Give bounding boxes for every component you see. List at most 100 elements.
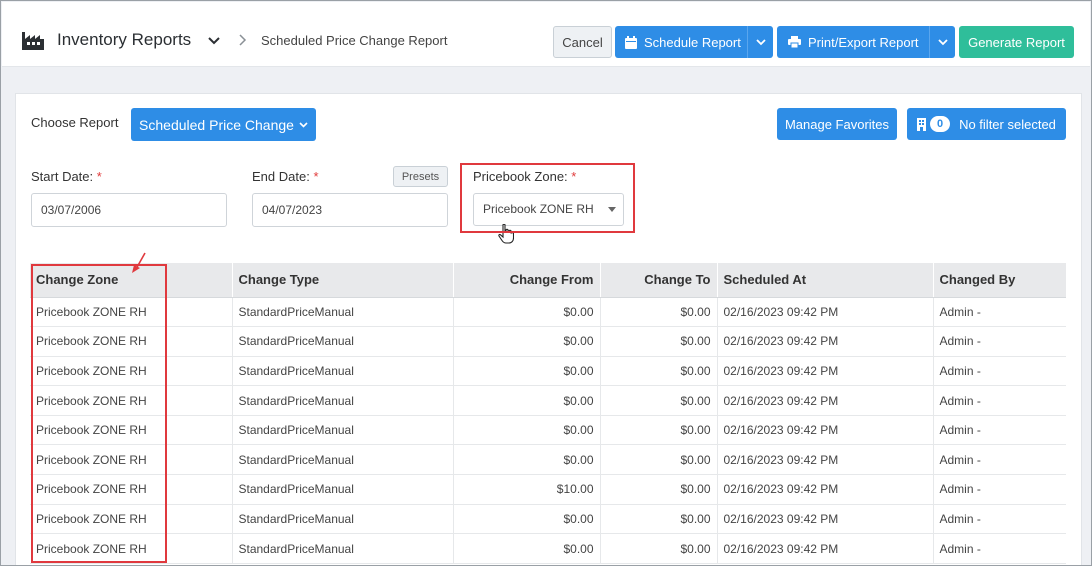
end-date-label-text: End Date:	[252, 169, 310, 184]
table-cell: Pricebook ZONE RH	[30, 297, 233, 328]
table-cell: $0.00	[453, 444, 601, 476]
breadcrumb: Scheduled Price Change Report	[261, 33, 448, 48]
chevron-down-icon	[937, 39, 948, 46]
table-cell: Pricebook ZONE RH	[30, 444, 233, 476]
calendar-icon	[625, 35, 637, 49]
table-row[interactable]: Pricebook ZONE RH StandardPriceManual $0.0…	[30, 326, 1066, 357]
table-cell: 02/16/2023 09:42 PM	[717, 385, 934, 416]
print-export-label: Print/Export Report	[808, 34, 919, 50]
table-row[interactable]: Pricebook ZONE RH StandardPriceManual $0.0…	[30, 444, 1066, 476]
table-row[interactable]: Pricebook ZONE RH StandardPriceManual $0.0…	[30, 356, 1066, 387]
table-cell: StandardPriceManual	[232, 474, 454, 505]
table-cell: 02/16/2023 09:42 PM	[717, 474, 934, 505]
filter-label: No filter selected	[959, 116, 1056, 132]
column-header-change-type[interactable]: Change Type	[232, 263, 454, 298]
table-cell: $0.00	[453, 415, 601, 446]
table-cell: $0.00	[600, 444, 718, 476]
table-row[interactable]: Pricebook ZONE RH StandardPriceManual $10.…	[30, 474, 1066, 505]
app-window: Inventory Reports Scheduled Price Change…	[0, 0, 1092, 566]
table-cell: $0.00	[453, 297, 601, 328]
table-cell: StandardPriceManual	[232, 326, 454, 357]
table-cell: StandardPriceManual	[232, 356, 454, 387]
column-header-change-to[interactable]: Change To	[600, 263, 718, 298]
table-cell: Pricebook ZONE RH	[30, 326, 233, 357]
column-header-change-from[interactable]: Change From	[453, 263, 601, 298]
table-cell: $0.00	[600, 474, 718, 505]
table-cell: Admin -	[933, 474, 1066, 505]
generate-report-button[interactable]: Generate Report	[959, 26, 1074, 58]
table-cell: StandardPriceManual	[232, 415, 454, 446]
table-cell: Admin -	[933, 385, 1066, 416]
chevron-down-icon[interactable]	[207, 34, 221, 48]
pricebook-zone-select[interactable]: Pricebook ZONE RH	[473, 193, 624, 226]
printer-icon	[788, 36, 801, 48]
table-cell: Pricebook ZONE RH	[30, 385, 233, 416]
required-mark: *	[96, 169, 102, 184]
table-cell: $0.00	[600, 356, 718, 387]
chevron-right-icon	[239, 34, 247, 46]
table-cell: $0.00	[600, 415, 718, 446]
table-cell: 02/16/2023 09:42 PM	[717, 444, 934, 476]
print-export-dropdown[interactable]	[929, 26, 955, 58]
pointer-cursor-icon	[498, 224, 514, 244]
table-row[interactable]: Pricebook ZONE RH StandardPriceManual $0.0…	[30, 504, 1066, 535]
end-date-input[interactable]: 04/07/2023	[252, 193, 448, 227]
end-date-label: End Date: *	[252, 169, 319, 184]
table-cell: Admin -	[933, 415, 1066, 446]
choose-report-dropdown[interactable]: Scheduled Price Change	[131, 108, 316, 141]
column-header-changed-by[interactable]: Changed By	[933, 263, 1066, 298]
manage-favorites-button[interactable]: Manage Favorites	[777, 108, 897, 140]
start-date-label: Start Date: *	[31, 169, 102, 184]
table-cell: 02/16/2023 09:42 PM	[717, 356, 934, 387]
required-mark: *	[571, 169, 577, 184]
table-cell: $0.00	[453, 504, 601, 535]
dropdown-caret-icon	[608, 207, 616, 212]
table-cell: 02/16/2023 09:42 PM	[717, 415, 934, 446]
chevron-down-icon	[755, 39, 766, 46]
app-title[interactable]: Inventory Reports	[57, 30, 191, 50]
cancel-button[interactable]: Cancel	[553, 26, 612, 58]
table-cell: $0.00	[600, 385, 718, 416]
table-cell: Pricebook ZONE RH	[30, 415, 233, 446]
table-header-row: Change Zone Change Type Change From Chan…	[30, 263, 1066, 298]
filter-count-badge: 0	[930, 116, 951, 132]
table-cell: Admin -	[933, 444, 1066, 476]
table-cell: Admin -	[933, 297, 1066, 328]
schedule-report-dropdown[interactable]	[747, 26, 773, 58]
table-cell: $0.00	[600, 504, 718, 535]
table-row[interactable]: Pricebook ZONE RH StandardPriceManual $0.0…	[30, 385, 1066, 416]
schedule-report-label: Schedule Report	[644, 34, 741, 50]
start-date-input[interactable]: 03/07/2006	[31, 193, 227, 227]
table-cell: Pricebook ZONE RH	[30, 504, 233, 535]
print-export-button[interactable]: Print/Export Report	[777, 26, 929, 58]
table-cell: Admin -	[933, 356, 1066, 387]
table-cell: $0.00	[453, 326, 601, 357]
factory-icon	[22, 32, 44, 50]
pricebook-zone-label-text: Pricebook Zone:	[473, 169, 568, 184]
table-row[interactable]: Pricebook ZONE RH StandardPriceManual $0.0…	[30, 533, 1066, 564]
table-cell: StandardPriceManual	[232, 444, 454, 476]
table-cell: Admin -	[933, 504, 1066, 535]
table-cell: Pricebook ZONE RH	[30, 533, 233, 564]
table-cell: 02/16/2023 09:42 PM	[717, 297, 934, 328]
table-cell: $0.00	[453, 385, 601, 416]
required-mark: *	[313, 169, 319, 184]
presets-button[interactable]: Presets	[393, 166, 448, 187]
pricebook-zone-value: Pricebook ZONE RH	[483, 202, 594, 216]
schedule-report-button[interactable]: Schedule Report	[615, 26, 747, 58]
table-cell: 02/16/2023 09:42 PM	[717, 504, 934, 535]
table-cell: StandardPriceManual	[232, 385, 454, 416]
column-header-scheduled-at[interactable]: Scheduled At	[717, 263, 934, 298]
table-cell: 02/16/2023 09:42 PM	[717, 533, 934, 564]
table-cell: StandardPriceManual	[232, 504, 454, 535]
table-cell: $0.00	[453, 533, 601, 564]
choose-report-label: Choose Report	[31, 115, 119, 130]
table-cell: StandardPriceManual	[232, 297, 454, 328]
table-cell: Admin -	[933, 326, 1066, 357]
table-cell: Admin -	[933, 533, 1066, 564]
table-cell: $0.00	[600, 326, 718, 357]
table-row[interactable]: Pricebook ZONE RH StandardPriceManual $0.0…	[30, 297, 1066, 328]
filter-button[interactable]: 0 No filter selected	[907, 108, 1066, 140]
table-cell: $10.00	[453, 474, 601, 505]
table-row[interactable]: Pricebook ZONE RH StandardPriceManual $0.0…	[30, 415, 1066, 446]
